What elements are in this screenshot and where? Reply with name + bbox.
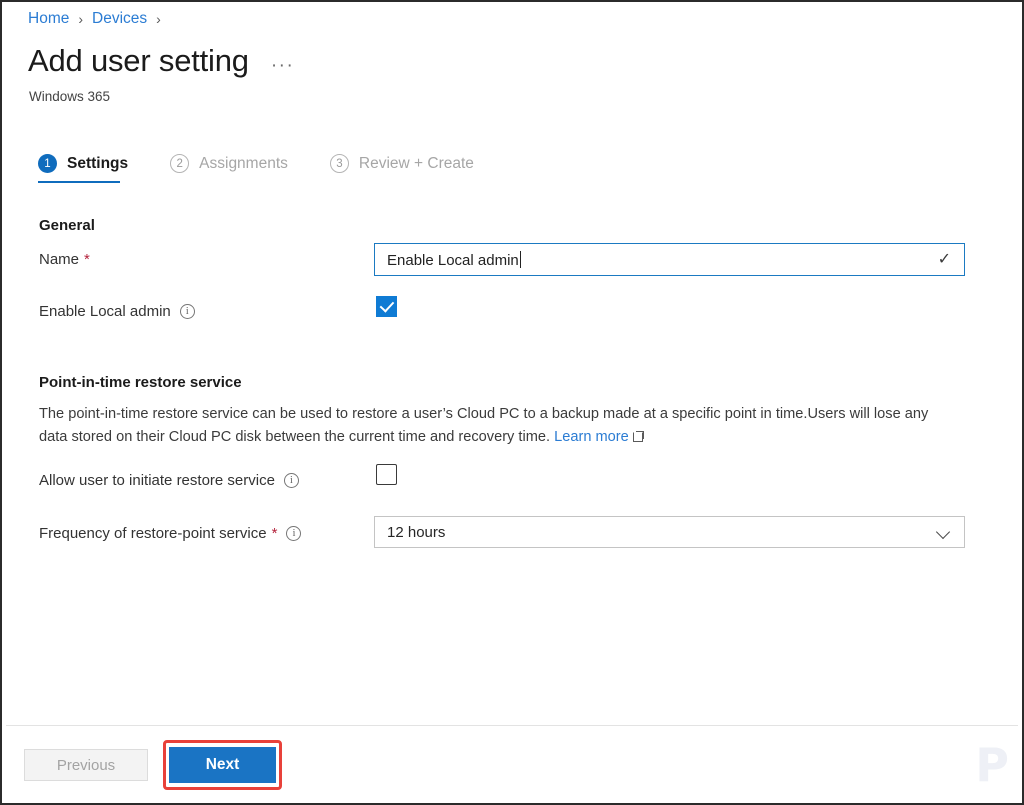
- page-subtitle: Windows 365: [29, 89, 111, 104]
- watermark-logo: P: [975, 738, 1009, 792]
- allow-user-restore-label: Allow user to initiate restore service i: [39, 472, 299, 489]
- wizard-step-label: Review + Create: [358, 154, 474, 172]
- learn-more-link[interactable]: Learn more: [554, 429, 629, 445]
- section-title-general: General: [39, 217, 95, 234]
- breadcrumb-separator-icon: ›: [156, 10, 161, 27]
- info-icon[interactable]: i: [286, 526, 302, 541]
- allow-user-restore-checkbox[interactable]: [376, 464, 397, 485]
- next-button[interactable]: Next: [169, 747, 276, 783]
- page-header: Add user setting ···: [28, 43, 294, 78]
- breadcrumb: Home › Devices ›: [28, 11, 170, 27]
- frequency-selected-value: 12 hours: [387, 523, 446, 541]
- name-input[interactable]: Enable Local admin ✓: [374, 243, 965, 276]
- name-label-text: Name: [39, 251, 80, 268]
- breadcrumb-item-devices[interactable]: Devices: [92, 11, 147, 27]
- validation-check-icon: ✓: [937, 250, 951, 268]
- allow-user-restore-label-text: Allow user to initiate restore service: [39, 472, 275, 489]
- step-number-badge: 1: [38, 154, 57, 173]
- wizard-steps: 1 Settings 2 Assignments 3 Review + Crea…: [38, 154, 516, 183]
- breadcrumb-separator-icon: ›: [78, 10, 84, 27]
- wizard-step-review-create[interactable]: 3 Review + Create: [329, 154, 474, 183]
- wizard-step-assignments[interactable]: 2 Assignments: [170, 154, 288, 183]
- enable-local-admin-label-text: Enable Local admin: [39, 303, 171, 320]
- restore-description: The point-in-time restore service can be…: [39, 403, 939, 448]
- name-field-label: Name *: [39, 251, 90, 268]
- frequency-dropdown[interactable]: 12 hours: [374, 516, 965, 548]
- enable-local-admin-label: Enable Local admin i: [39, 303, 195, 320]
- overflow-menu-icon[interactable]: ···: [271, 55, 294, 77]
- required-indicator: *: [84, 251, 90, 268]
- required-indicator: *: [271, 525, 278, 542]
- chevron-down-icon: [938, 526, 950, 538]
- external-link-icon: [632, 430, 644, 442]
- previous-button[interactable]: Previous: [24, 749, 148, 781]
- step-number-badge: 2: [170, 154, 190, 173]
- step-number-badge: 3: [329, 154, 349, 173]
- breadcrumb-item-home[interactable]: Home: [28, 11, 69, 27]
- text-cursor: [519, 250, 521, 268]
- section-title-restore: Point-in-time restore service: [39, 374, 242, 391]
- frequency-label-text: Frequency of restore-point service: [39, 525, 267, 542]
- name-input-value: Enable Local admin: [387, 251, 519, 269]
- info-icon[interactable]: i: [179, 304, 195, 319]
- wizard-step-settings[interactable]: 1 Settings: [38, 154, 128, 183]
- page-title: Add user setting: [28, 43, 249, 78]
- wizard-footer: Previous Next P: [2, 726, 1022, 803]
- azure-portal-blade: Home › Devices › Add user setting ··· Wi…: [0, 0, 1024, 805]
- wizard-step-label: Settings: [67, 154, 129, 172]
- enable-local-admin-checkbox[interactable]: [376, 296, 397, 317]
- frequency-label: Frequency of restore-point service * i: [39, 525, 302, 542]
- restore-description-text: The point-in-time restore service can be…: [39, 406, 929, 445]
- info-icon[interactable]: i: [283, 473, 299, 488]
- wizard-step-label: Assignments: [199, 154, 288, 172]
